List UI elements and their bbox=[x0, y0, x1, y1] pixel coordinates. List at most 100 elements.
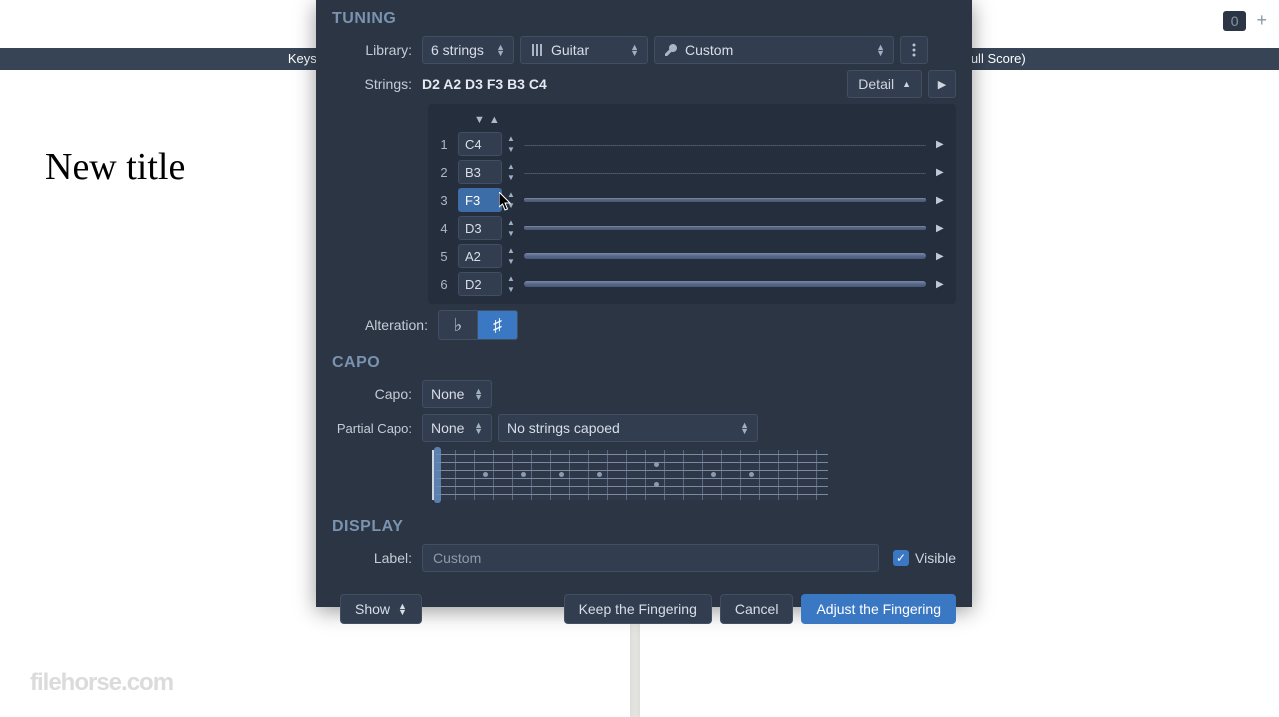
chevron-updown-icon: ▲▼ bbox=[630, 44, 639, 56]
chevron-up-icon: ▲ bbox=[902, 79, 911, 89]
string-note-input[interactable]: D3 bbox=[458, 216, 502, 240]
tuning-dialog: TUNING Library: 6 strings ▲▼ Guitar ▲▼ C… bbox=[316, 0, 972, 607]
string-thickness-track bbox=[524, 281, 926, 287]
partial-capo-label: Partial Capo: bbox=[332, 421, 412, 436]
chevron-updown-icon: ▲▼ bbox=[876, 44, 885, 56]
step-down-icon[interactable]: ▼ bbox=[504, 284, 518, 295]
play-string-button[interactable]: ▶ bbox=[936, 195, 950, 206]
string-number: 1 bbox=[434, 137, 454, 152]
keep-fingering-button[interactable]: Keep the Fingering bbox=[564, 594, 712, 624]
step-down-icon[interactable]: ▼ bbox=[504, 200, 518, 211]
strings-count-select[interactable]: 6 strings ▲▼ bbox=[422, 36, 514, 64]
string-number: 2 bbox=[434, 165, 454, 180]
show-button[interactable]: Show ▲▼ bbox=[340, 594, 422, 624]
note-stepper[interactable]: ▲▼ bbox=[504, 189, 518, 211]
step-down-icon[interactable]: ▼ bbox=[504, 228, 518, 239]
partial-capo-strings-select[interactable]: No strings capoed ▲▼ bbox=[498, 414, 758, 442]
capo-select[interactable]: None ▲▼ bbox=[422, 380, 492, 408]
play-string-button[interactable]: ▶ bbox=[936, 167, 950, 178]
string-number: 6 bbox=[434, 277, 454, 292]
string-thickness-track bbox=[524, 198, 926, 202]
detail-label: Detail bbox=[858, 76, 894, 92]
chevron-updown-icon: ▲▼ bbox=[398, 603, 407, 615]
string-row: 3F3▲▼▶ bbox=[434, 186, 950, 214]
partial-capo-select[interactable]: None ▲▼ bbox=[422, 414, 492, 442]
label-label: Label: bbox=[332, 550, 412, 566]
string-row: 2 B3▲▼ ▶ bbox=[434, 158, 950, 186]
detail-toggle[interactable]: Detail ▲ bbox=[847, 70, 922, 98]
instrument-select[interactable]: Guitar ▲▼ bbox=[520, 36, 648, 64]
string-row: 6 D2▲▼ ▶ bbox=[434, 270, 950, 298]
note-stepper[interactable]: ▲▼ bbox=[504, 273, 518, 295]
step-up-icon[interactable]: ▲ bbox=[504, 245, 518, 256]
play-string-button[interactable]: ▶ bbox=[936, 279, 950, 290]
sharp-button[interactable]: ♯ bbox=[478, 310, 518, 340]
string-note-input[interactable]: B3 bbox=[458, 160, 502, 184]
fretboard-diagram[interactable] bbox=[432, 450, 818, 500]
chevron-updown-icon: ▲▼ bbox=[474, 422, 483, 434]
note-stepper[interactable]: ▲▼ bbox=[504, 133, 518, 155]
label-input[interactable]: Custom bbox=[422, 544, 879, 572]
capo-heading: CAPO bbox=[332, 354, 956, 372]
show-label: Show bbox=[355, 601, 390, 617]
partial-capo-value: None bbox=[431, 420, 464, 436]
visible-checkbox[interactable]: ✓ bbox=[893, 550, 909, 566]
all-down-button[interactable]: ▼ bbox=[474, 114, 485, 126]
step-down-icon[interactable]: ▼ bbox=[504, 172, 518, 183]
step-up-icon[interactable]: ▲ bbox=[504, 133, 518, 144]
instrument-value: Guitar bbox=[551, 42, 589, 58]
chevron-updown-icon: ▲▼ bbox=[740, 422, 749, 434]
strings-summary: D2 A2 D3 F3 B3 C4 bbox=[422, 76, 547, 92]
string-note-input[interactable]: F3 bbox=[458, 188, 502, 212]
string-note-input[interactable]: A2 bbox=[458, 244, 502, 268]
visible-label: Visible bbox=[915, 550, 956, 566]
string-list: ▼ ▲ 1C4▲▼▶2B3▲▼▶3F3▲▼▶4D3▲▼▶5A2▲▼▶6D2▲▼▶ bbox=[428, 104, 956, 304]
counter-value: 0 bbox=[1223, 11, 1247, 31]
step-up-icon[interactable]: ▲ bbox=[504, 217, 518, 228]
string-thickness-track bbox=[524, 145, 926, 146]
strings-label: Strings: bbox=[332, 76, 412, 92]
step-down-icon[interactable]: ▼ bbox=[504, 256, 518, 267]
adjust-fingering-button[interactable]: Adjust the Fingering bbox=[801, 594, 956, 624]
string-note-input[interactable]: D2 bbox=[458, 272, 502, 296]
string-row: 1 C4▲▼ ▶ bbox=[434, 130, 950, 158]
play-all-button[interactable]: ▶ bbox=[928, 70, 956, 98]
flat-button[interactable]: ♭ bbox=[438, 310, 478, 340]
play-string-button[interactable]: ▶ bbox=[936, 223, 950, 234]
string-thickness-track bbox=[524, 226, 926, 230]
plus-icon[interactable]: + bbox=[1250, 10, 1273, 31]
capo-value: None bbox=[431, 386, 464, 402]
string-row: 4D3▲▼▶ bbox=[434, 214, 950, 242]
step-up-icon[interactable]: ▲ bbox=[504, 189, 518, 200]
cancel-button[interactable]: Cancel bbox=[720, 594, 794, 624]
string-thickness-track bbox=[524, 253, 926, 259]
capo-label: Capo: bbox=[332, 386, 412, 402]
play-string-button[interactable]: ▶ bbox=[936, 251, 950, 262]
step-up-icon[interactable]: ▲ bbox=[504, 273, 518, 284]
partial-capo-desc: No strings capoed bbox=[507, 420, 620, 436]
string-thickness-track bbox=[524, 173, 926, 174]
display-heading: DISPLAY bbox=[332, 518, 956, 536]
all-up-button[interactable]: ▲ bbox=[489, 114, 500, 126]
step-up-icon[interactable]: ▲ bbox=[504, 161, 518, 172]
more-menu-button[interactable] bbox=[900, 36, 928, 64]
step-down-icon[interactable]: ▼ bbox=[504, 144, 518, 155]
play-icon: ▶ bbox=[938, 78, 946, 91]
wrench-icon bbox=[663, 42, 679, 58]
label-value: Custom bbox=[433, 550, 481, 566]
more-vertical-icon bbox=[912, 43, 916, 57]
guitar-icon bbox=[529, 42, 545, 58]
tuning-preset-select[interactable]: Custom ▲▼ bbox=[654, 36, 894, 64]
watermark: filehorse.com bbox=[30, 669, 173, 697]
strings-count-value: 6 strings bbox=[431, 42, 484, 58]
string-number: 5 bbox=[434, 249, 454, 264]
note-stepper[interactable]: ▲▼ bbox=[504, 161, 518, 183]
chevron-updown-icon: ▲▼ bbox=[496, 44, 505, 56]
note-stepper[interactable]: ▲▼ bbox=[504, 217, 518, 239]
chevron-updown-icon: ▲▼ bbox=[474, 388, 483, 400]
library-label: Library: bbox=[332, 42, 412, 58]
tuning-preset-value: Custom bbox=[685, 42, 733, 58]
play-string-button[interactable]: ▶ bbox=[936, 139, 950, 150]
note-stepper[interactable]: ▲▼ bbox=[504, 245, 518, 267]
string-note-input[interactable]: C4 bbox=[458, 132, 502, 156]
